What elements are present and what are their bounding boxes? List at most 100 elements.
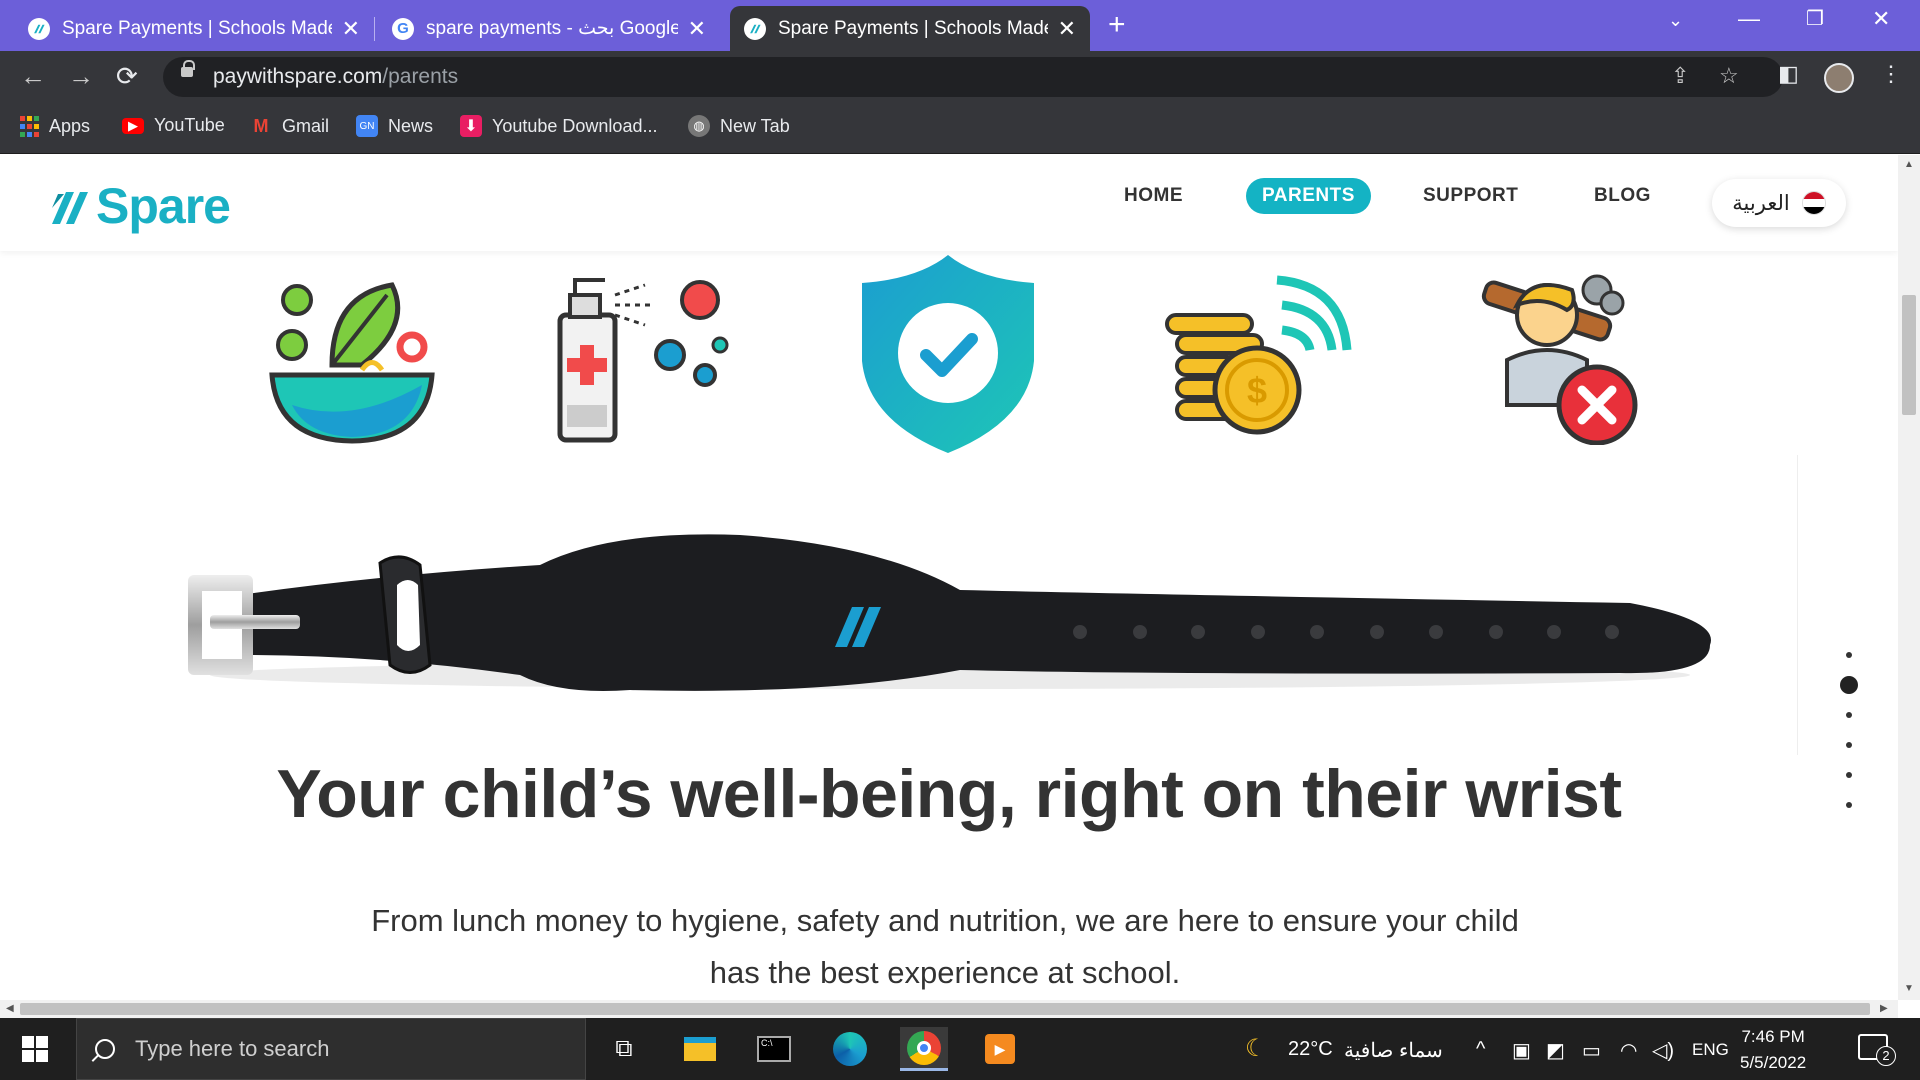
new-tab-button[interactable]: +: [1108, 10, 1126, 40]
spare-logo[interactable]: Spare: [50, 177, 231, 235]
horizontal-scroll-thumb[interactable]: [20, 1003, 1870, 1015]
weather-description[interactable]: سماء صافية: [1344, 1038, 1443, 1063]
site-header: Spare HOME PARENTS SUPPORT BLOG العربية: [0, 155, 1898, 251]
horizontal-scrollbar[interactable]: ◀ ▶: [0, 1000, 1898, 1018]
features-illustrations: $: [0, 255, 1898, 475]
bookmark-news[interactable]: GN News: [356, 115, 433, 137]
scroll-left-arrow-icon[interactable]: ◀: [6, 1003, 14, 1014]
bookmark-gmail[interactable]: M Gmail: [250, 115, 330, 137]
pagination-dot-active[interactable]: [1840, 676, 1858, 694]
wifi-icon[interactable]: ◠: [1620, 1038, 1637, 1063]
spare-logo-mark-icon: [52, 192, 88, 224]
terminal-icon[interactable]: C:\: [750, 1027, 798, 1071]
show-hidden-icons-chevron-icon[interactable]: ^: [1476, 1038, 1485, 1061]
input-language[interactable]: ENG: [1692, 1040, 1729, 1060]
forward-arrow-icon[interactable]: →: [68, 61, 94, 91]
url-path: /parents: [382, 65, 459, 88]
page-viewport: Spare HOME PARENTS SUPPORT BLOG العربية: [0, 155, 1898, 1000]
nav-parents[interactable]: PARENTS: [1246, 178, 1371, 214]
battery-icon[interactable]: ▭: [1582, 1038, 1601, 1063]
lock-icon: [181, 60, 195, 77]
news-icon: GN: [356, 115, 378, 137]
logo-text: Spare: [96, 178, 231, 234]
side-panel-icon[interactable]: ◧: [1778, 61, 1799, 87]
language-switcher[interactable]: العربية: [1712, 179, 1846, 227]
bookmark-new-tab[interactable]: ◍ New Tab: [688, 115, 790, 137]
nav-home[interactable]: HOME: [1124, 185, 1183, 207]
close-tab-icon[interactable]: ✕: [688, 16, 706, 42]
svg-text:$: $: [1247, 370, 1267, 411]
pagination-dot[interactable]: [1846, 712, 1852, 718]
bookmark-label: Gmail: [282, 115, 330, 136]
tab-search-chevron-icon[interactable]: ⌄: [1668, 10, 1683, 31]
clock-date: 5/5/2022: [1740, 1053, 1807, 1072]
system-clock[interactable]: 7:46 PM 5/5/2022: [1740, 1024, 1806, 1076]
chrome-browser-icon[interactable]: [900, 1027, 948, 1071]
windows-taskbar: Type here to search ⧉ C:\ ▶ ☾ 22°C سماء …: [0, 1018, 1920, 1080]
bookmark-youtube[interactable]: ▶ YouTube: [122, 115, 225, 136]
scroll-up-arrow-icon[interactable]: ▲: [1904, 159, 1914, 170]
vertical-scroll-thumb[interactable]: [1902, 295, 1916, 415]
tab-title: spare payments - بحث Google: [426, 18, 678, 39]
reload-icon[interactable]: ⟳: [116, 61, 138, 91]
back-arrow-icon[interactable]: ←: [20, 61, 46, 91]
bully-cross-icon: [1481, 274, 1638, 445]
sanitizer-spray-icon: [557, 278, 729, 443]
restore-button[interactable]: ❐: [1806, 6, 1824, 31]
task-view-icon[interactable]: ⧉: [600, 1027, 648, 1071]
search-placeholder: Type here to search: [135, 1036, 330, 1061]
browser-tab-strip: Spare Payments | Schools Made S ✕ G spar…: [0, 0, 1920, 51]
browser-tab[interactable]: G spare payments - بحث Google ✕: [378, 6, 720, 51]
bookmark-label: YouTube: [154, 115, 225, 135]
browser-tab-active[interactable]: Spare Payments | Schools Made S ✕: [730, 6, 1090, 51]
tab-separator: [374, 17, 375, 41]
browser-tab[interactable]: Spare Payments | Schools Made S ✕: [14, 6, 374, 51]
pagination-dot[interactable]: [1846, 742, 1852, 748]
bookmark-label: Apps: [49, 115, 91, 136]
pagination-dot[interactable]: [1846, 652, 1852, 658]
edge-browser-icon[interactable]: [826, 1027, 874, 1071]
menu-kebab-icon[interactable]: ⋮: [1880, 61, 1902, 87]
taskbar-search-box[interactable]: Type here to search: [76, 1018, 586, 1080]
bookmark-star-icon[interactable]: ☆: [1719, 63, 1739, 89]
nav-blog[interactable]: BLOG: [1594, 185, 1651, 207]
scroll-down-arrow-icon[interactable]: ▼: [1904, 983, 1914, 994]
contactless-coins-icon: $: [1165, 275, 1352, 435]
spare-favicon-icon: [28, 17, 50, 40]
share-icon[interactable]: ⇪: [1671, 63, 1689, 89]
scroll-right-arrow-icon[interactable]: ▶: [1880, 1003, 1888, 1014]
apps-grid-icon: [20, 115, 39, 137]
page-headline: Your child’s well-being, right on their …: [276, 756, 1622, 832]
bookmarks-bar: Apps ▶ YouTube M Gmail GN News ⬇ Youtube…: [0, 103, 1920, 154]
globe-icon: ◍: [688, 115, 710, 137]
file-explorer-icon[interactable]: [676, 1027, 724, 1071]
volume-icon[interactable]: ◁): [1652, 1038, 1674, 1063]
spare-favicon-icon: [744, 17, 766, 40]
close-tab-icon[interactable]: ✕: [342, 16, 360, 42]
moon-weather-icon[interactable]: ☾: [1245, 1034, 1267, 1063]
vertical-scrollbar[interactable]: ▲ ▼: [1898, 155, 1920, 1000]
address-bar[interactable]: paywithspare.com/parents ⇪ ☆: [163, 57, 1783, 97]
notification-center-icon[interactable]: 2: [1858, 1034, 1896, 1066]
clock-time: 7:46 PM: [1741, 1027, 1805, 1046]
language-label: العربية: [1732, 191, 1790, 215]
bookmark-apps[interactable]: Apps: [20, 115, 90, 137]
media-player-icon[interactable]: ▶: [976, 1027, 1024, 1071]
tab-title: Spare Payments | Schools Made S: [778, 17, 1048, 39]
tray-app-icon[interactable]: ◩: [1546, 1038, 1565, 1063]
profile-avatar[interactable]: [1824, 63, 1854, 93]
spare-wristband-image: [188, 534, 1711, 691]
google-favicon-icon: G: [392, 17, 414, 40]
close-tab-icon[interactable]: ✕: [1058, 16, 1076, 42]
browser-toolbar: ← → ⟳ paywithspare.com/parents ⇪ ☆ ◧ ⋮: [0, 51, 1920, 103]
bookmark-youtube-download[interactable]: ⬇ Youtube Download...: [460, 115, 657, 137]
meet-now-icon[interactable]: ▣: [1512, 1038, 1531, 1063]
shield-check-icon: [862, 255, 1034, 453]
minimize-button[interactable]: —: [1738, 6, 1760, 32]
nav-support[interactable]: SUPPORT: [1423, 185, 1518, 207]
notification-count: 2: [1876, 1046, 1896, 1066]
url-text: paywithspare.com/parents: [213, 65, 458, 89]
windows-start-icon[interactable]: [22, 1036, 48, 1062]
close-window-button[interactable]: ✕: [1872, 6, 1890, 32]
weather-temp[interactable]: 22°C: [1288, 1038, 1333, 1061]
